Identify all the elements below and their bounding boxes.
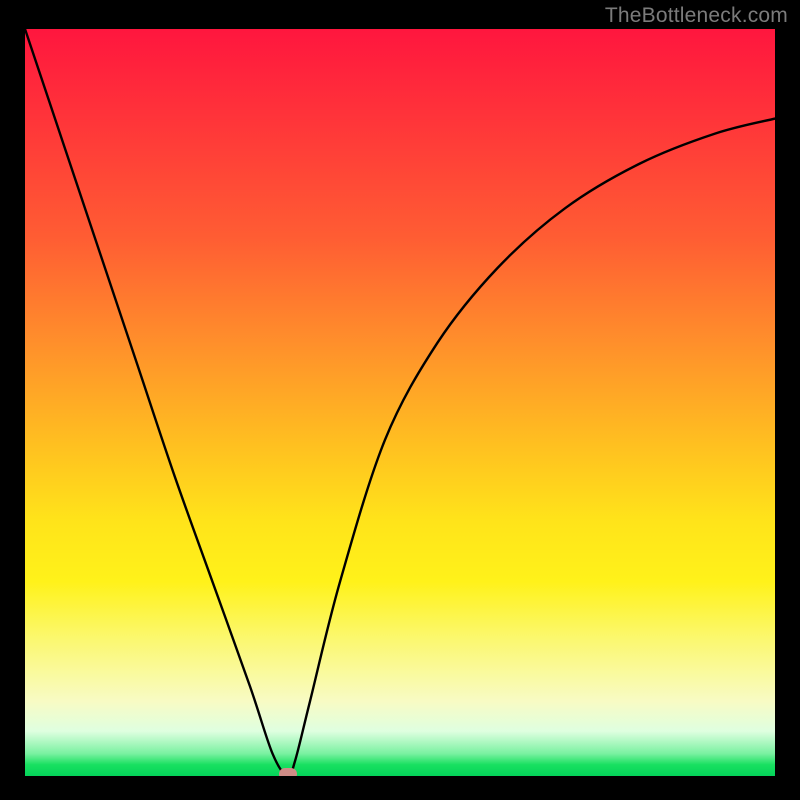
watermark-label: TheBottleneck.com (605, 4, 788, 28)
minimum-marker (279, 768, 297, 776)
plot-area (25, 29, 775, 776)
chart-frame: TheBottleneck.com (0, 0, 800, 800)
bottleneck-curve (25, 29, 775, 776)
